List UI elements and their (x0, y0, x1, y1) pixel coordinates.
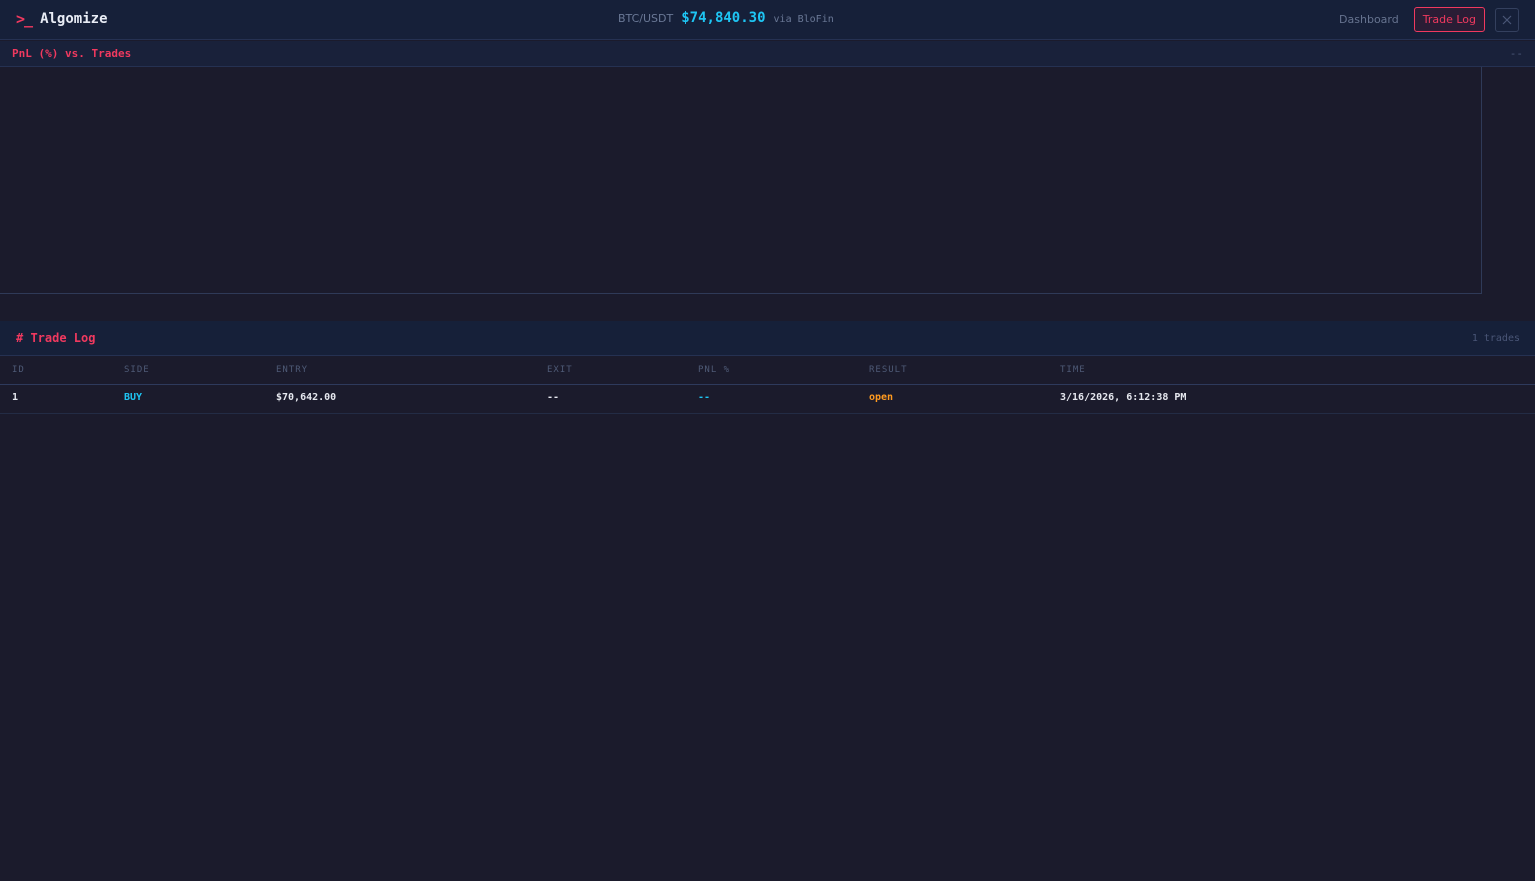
table-row[interactable]: 1 BUY $70,642.00 -- -- open 3/16/2026, 6… (0, 385, 1535, 414)
close-button[interactable] (1495, 7, 1519, 32)
terminal-icon: >_ (16, 10, 33, 28)
column-header-exit[interactable]: EXIT (547, 365, 573, 375)
pnl-chart-area[interactable] (0, 67, 1482, 294)
trade-table: ID SIDE ENTRY EXIT PNL % RESULT TIME 1 B… (0, 357, 1535, 414)
chart-value: -- (1509, 47, 1523, 60)
top-bar: >_ Algomize BTC/USDT $74,840.30 via BloF… (0, 0, 1535, 40)
cell-entry: $70,642.00 (276, 392, 337, 403)
trade-log-title: # Trade Log (16, 331, 96, 345)
column-header-side[interactable]: SIDE (124, 365, 150, 375)
cell-pnl: -- (698, 392, 711, 403)
column-header-id[interactable]: ID (12, 365, 25, 375)
column-header-entry[interactable]: ENTRY (276, 365, 308, 375)
column-header-time[interactable]: TIME (1060, 365, 1086, 375)
trade-log-header: # Trade Log 1 trades (0, 321, 1535, 356)
trade-count: 1 trades (1471, 333, 1520, 344)
cell-side: BUY (124, 392, 143, 403)
table-header-row: ID SIDE ENTRY EXIT PNL % RESULT TIME (0, 357, 1535, 385)
cell-exit: -- (547, 392, 560, 403)
ticker-source: via BloFin (773, 14, 834, 25)
close-icon (1502, 15, 1512, 24)
chart-header: PnL (%) vs. Trades -- (0, 41, 1535, 67)
chart-title: PnL (%) vs. Trades (12, 47, 132, 60)
brand-logo[interactable]: >_ Algomize (16, 10, 108, 28)
main-nav: Dashboard Trade Log (1339, 7, 1519, 32)
price-ticker: BTC/USDT $74,840.30 via BloFin (618, 10, 834, 26)
cell-id: 1 (12, 392, 19, 403)
nav-dashboard-link[interactable]: Dashboard (1339, 13, 1399, 26)
nav-trade-log-button[interactable]: Trade Log (1413, 7, 1485, 32)
ticker-pair: BTC/USDT (618, 12, 674, 25)
cell-result: open (869, 392, 894, 403)
cell-time: 3/16/2026, 6:12:38 PM (1060, 392, 1187, 403)
column-header-pnl[interactable]: PNL % (698, 365, 730, 375)
column-header-result[interactable]: RESULT (869, 365, 908, 375)
brand-name: Algomize (40, 11, 108, 27)
ticker-price: $74,840.30 (681, 10, 766, 26)
